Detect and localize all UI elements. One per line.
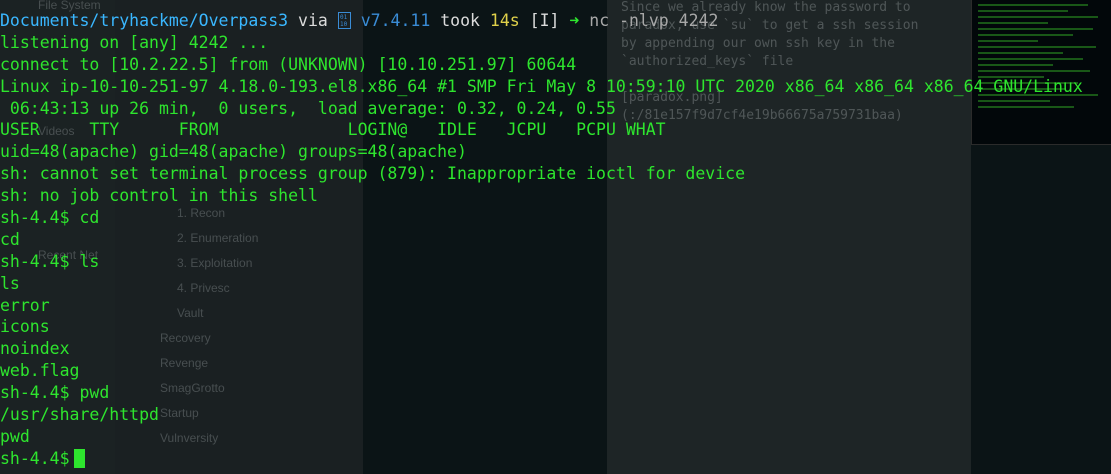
output-line: listening on [any] 4242 ... bbox=[0, 32, 269, 52]
shell-prompt-line: Documents/tryhackme/Overpass3 via 01 10 v… bbox=[0, 10, 1111, 32]
output-line: 06:43:13 up 26 min, 0 users, load averag… bbox=[0, 98, 616, 118]
output-line: error bbox=[0, 295, 50, 315]
prompt-mode: [I] bbox=[529, 11, 560, 30]
output-line: sh-4.4$ pwd bbox=[0, 383, 110, 403]
prompt-via: via bbox=[298, 11, 328, 30]
output-line: noindex bbox=[0, 339, 70, 359]
svg-text:10: 10 bbox=[340, 21, 348, 28]
prompt-duration: 14s bbox=[489, 11, 520, 30]
output-line: cd bbox=[0, 229, 20, 249]
terminal-cursor[interactable] bbox=[73, 448, 85, 468]
prompt-command: nc -nlvp 4242 bbox=[589, 11, 719, 30]
prompt-took: took bbox=[440, 11, 480, 30]
output-line: Linux ip-10-10-251-97 4.18.0-193.el8.x86… bbox=[0, 76, 1083, 96]
current-prompt: sh-4.4$ bbox=[0, 448, 70, 468]
output-line: sh: cannot set terminal process group (8… bbox=[0, 164, 746, 184]
output-line: uid=48(apache) gid=48(apache) groups=48(… bbox=[0, 142, 467, 162]
output-line: sh: no job control in this shell bbox=[0, 186, 318, 206]
output-line: pwd bbox=[0, 426, 30, 446]
prompt-arrow-icon: ➜ bbox=[569, 11, 580, 30]
prompt-path: Documents/tryhackme/Overpass3 bbox=[0, 11, 289, 30]
output-line: icons bbox=[0, 317, 50, 337]
prompt-php-version: v7.4.11 bbox=[360, 11, 431, 30]
output-line: web.flag bbox=[0, 361, 80, 381]
output-line: sh-4.4$ cd bbox=[0, 208, 100, 228]
php-icon: 01 10 bbox=[337, 11, 351, 30]
output-line: ls bbox=[0, 273, 20, 293]
current-prompt-line[interactable]: sh-4.4$ bbox=[0, 448, 1111, 470]
svg-text:01: 01 bbox=[340, 14, 348, 21]
terminal-output[interactable]: Documents/tryhackme/Overpass3 via 01 10 v… bbox=[0, 10, 1111, 470]
output-line: USER TTY FROM LOGIN@ IDLE JCPU PCPU WHAT bbox=[0, 120, 666, 140]
output-line: /usr/share/httpd bbox=[0, 405, 159, 425]
output-line: sh-4.4$ ls bbox=[0, 251, 100, 271]
output-line: connect to [10.2.22.5] from (UNKNOWN) [1… bbox=[0, 54, 577, 74]
